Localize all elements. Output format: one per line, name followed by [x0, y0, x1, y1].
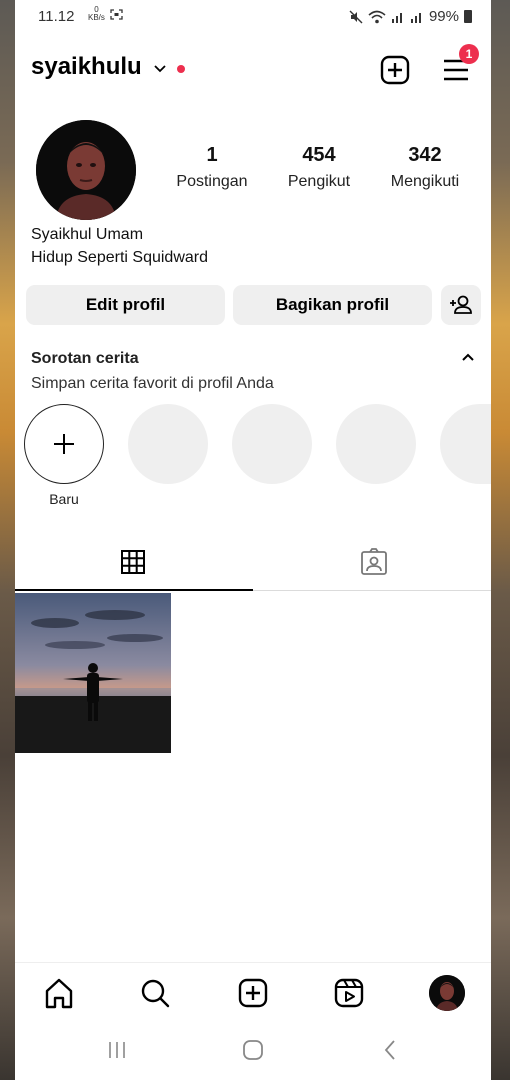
- edit-profile-button[interactable]: Edit profil: [26, 285, 225, 325]
- highlight-placeholder: [336, 404, 416, 484]
- bottom-navigation: [15, 962, 491, 1023]
- search-icon[interactable]: [135, 973, 175, 1013]
- tagged-icon: [361, 548, 387, 575]
- chevron-down-icon[interactable]: [153, 64, 167, 74]
- profile-nav-avatar[interactable]: [429, 975, 465, 1011]
- status-bar: 11.12 0 KB/s 99%: [0, 0, 510, 36]
- system-navigation-bar: [15, 1022, 491, 1080]
- app-screen: syaikhulu 1 1 Postingan 454 Pengikut 342…: [15, 0, 491, 1080]
- following-count: 342: [408, 144, 442, 166]
- highlight-placeholder: [128, 404, 208, 484]
- active-tab-indicator: [15, 589, 253, 591]
- post-thumbnail[interactable]: [15, 593, 171, 753]
- highlight-placeholder: [232, 404, 312, 484]
- network-speed: 0 KB/s: [88, 6, 105, 22]
- grid-icon: [121, 550, 145, 574]
- profile-header: syaikhulu 1: [15, 44, 491, 92]
- new-highlight-button[interactable]: [24, 404, 104, 484]
- status-icons: 99%: [349, 8, 472, 25]
- back-icon[interactable]: [379, 1038, 403, 1062]
- posts-stat[interactable]: 1 Postingan: [157, 144, 267, 191]
- posts-label: Postingan: [176, 173, 248, 190]
- battery-icon: [464, 10, 472, 23]
- highlights-subtitle: Simpan cerita favorit di profil Anda: [31, 375, 274, 392]
- tab-posts-grid[interactable]: [15, 540, 253, 590]
- posts-count: 1: [206, 144, 218, 166]
- highlight-placeholder: [440, 404, 491, 484]
- reels-icon[interactable]: [329, 973, 369, 1013]
- profile-avatar[interactable]: [36, 120, 136, 220]
- create-post-icon[interactable]: [379, 54, 411, 86]
- network-speed-unit: KB/s: [88, 13, 105, 22]
- username-switcher[interactable]: syaikhulu: [31, 53, 142, 81]
- signal-icon: [391, 13, 402, 23]
- followers-stat[interactable]: 454 Pengikut: [264, 144, 374, 191]
- new-highlight-label: Baru: [49, 491, 79, 507]
- profile-bio: Hidup Seperti Squidward: [31, 249, 208, 266]
- home-button-icon[interactable]: [241, 1038, 265, 1062]
- followers-label: Pengikut: [287, 173, 351, 190]
- share-profile-button[interactable]: Bagikan profil: [233, 285, 432, 325]
- screenshot-icon: [110, 9, 123, 20]
- status-time: 11.12: [38, 8, 75, 25]
- recent-apps-icon[interactable]: [105, 1038, 129, 1062]
- menu-notification-badge: 1: [459, 44, 479, 64]
- signal-icon: [410, 13, 421, 23]
- followers-count: 454: [302, 144, 336, 166]
- chevron-up-icon[interactable]: [461, 352, 475, 362]
- discover-people-button[interactable]: [441, 285, 481, 325]
- tab-tagged[interactable]: [253, 540, 491, 590]
- home-icon[interactable]: [39, 973, 79, 1013]
- following-label: Mengikuti: [390, 173, 460, 190]
- following-stat[interactable]: 342 Mengikuti: [370, 144, 480, 191]
- unread-dot: [177, 65, 185, 73]
- add-person-icon: [450, 295, 472, 314]
- mute-icon: [349, 10, 363, 23]
- create-icon[interactable]: [233, 973, 273, 1013]
- plus-icon: [54, 434, 74, 454]
- highlights-title: Sorotan cerita: [31, 350, 139, 367]
- profile-full-name: Syaikhul Umam: [31, 226, 144, 243]
- wifi-icon: [368, 10, 386, 23]
- battery-percent: 99%: [428, 8, 459, 25]
